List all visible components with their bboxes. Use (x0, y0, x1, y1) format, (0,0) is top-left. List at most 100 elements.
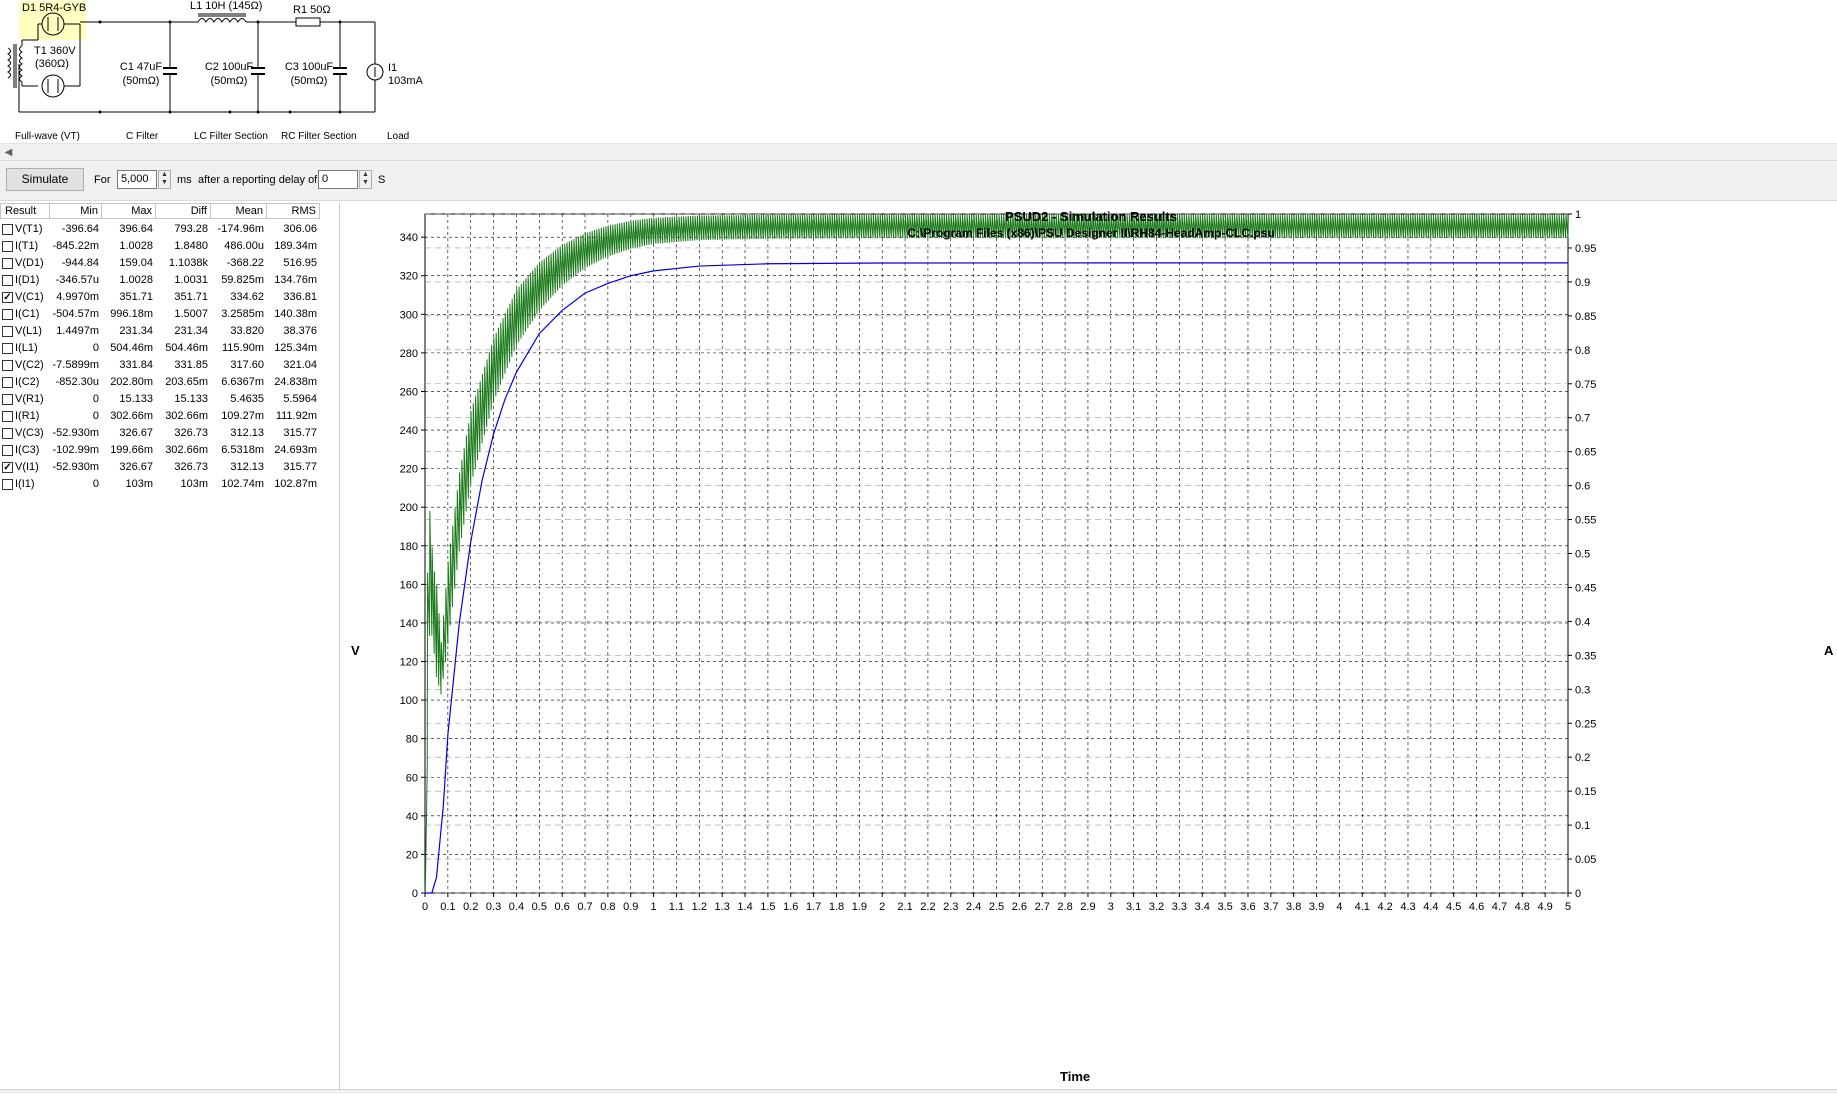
result-checkbox[interactable] (2, 343, 13, 354)
result-rms-cell: 24.693m (274, 444, 317, 456)
l1-label[interactable]: L1 10H (145Ω) (190, 0, 262, 12)
duration-spinner[interactable]: ▲ ▼ (158, 170, 171, 189)
delay-input[interactable]: 0 (318, 170, 358, 189)
table-row[interactable]: ✓ V(I1) -52.930m 326.67 326.73 312.13 315.77 (0, 459, 339, 476)
x-tick-label: 3.2 (1149, 901, 1164, 913)
table-row[interactable]: ✓ V(C1) 4.9970m 351.71 351.71 334.62 336.81 (0, 289, 339, 306)
result-max-cell: 1.0028 (119, 274, 153, 286)
scroll-left-arrow-icon[interactable]: ◀ (2, 146, 15, 159)
table-row[interactable]: V(T1) -396.64 396.64 793.28 -174.96m 306.06 (0, 221, 339, 238)
table-row[interactable]: I(L1) 0 504.46m 504.46m 115.90m 125.34m (0, 340, 339, 357)
r1-label[interactable]: R1 50Ω (293, 4, 331, 16)
result-checkbox[interactable]: ✓ (2, 292, 13, 303)
table-row[interactable]: I(R1) 0 302.66m 302.66m 109.27m 111.92m (0, 408, 339, 425)
result-rms-cell: 315.77 (283, 461, 317, 473)
spin-up-icon[interactable]: ▲ (159, 171, 170, 179)
result-checkbox[interactable] (2, 360, 13, 371)
header-result[interactable]: Result (0, 203, 50, 219)
result-min-cell: -944.84 (61, 257, 99, 269)
header-rms[interactable]: RMS (267, 203, 320, 219)
spin-up-icon[interactable]: ▲ (360, 171, 371, 179)
table-row[interactable]: I(I1) 0 103m 103m 102.74m 102.87m (0, 476, 339, 493)
table-row[interactable]: V(R1) 0 15.133 15.133 5.4635 5.5964 (0, 391, 339, 408)
x-tick-label: 2.7 (1035, 901, 1050, 913)
result-max-cell: 1.0028 (119, 240, 153, 252)
header-max[interactable]: Max (102, 203, 156, 219)
spin-down-icon[interactable]: ▼ (159, 179, 170, 187)
result-mean-cell: 3.2585m (221, 308, 264, 320)
result-max-cell: 302.66m (110, 410, 153, 422)
result-checkbox[interactable] (2, 241, 13, 252)
result-checkbox[interactable] (2, 326, 13, 337)
header-min[interactable]: Min (50, 203, 102, 219)
x-tick-label: 5 (1565, 901, 1571, 913)
result-checkbox[interactable] (2, 224, 13, 235)
result-diff-cell: 793.28 (174, 223, 208, 235)
x-tick-label: 3.7 (1263, 901, 1278, 913)
x-tick-label: 1.5 (760, 901, 775, 913)
t1-label-1[interactable]: T1 360V (34, 45, 76, 57)
result-name: V(C2) (15, 359, 44, 371)
result-checkbox[interactable] (2, 377, 13, 388)
table-row[interactable]: I(C2) -852.30u 202.80m 203.65m 6.6367m 24.838… (0, 374, 339, 391)
simulate-button[interactable]: Simulate (6, 168, 84, 191)
result-checkbox[interactable] (2, 309, 13, 320)
result-checkbox[interactable] (2, 258, 13, 269)
y2-tick-label: 0.3 (1575, 684, 1590, 696)
plot-area[interactable]: 0 0.1 0.2 0.3 0.4 0.5 0.6 0.7 0.8 0.9 1 1.1 1.2 1.3 1.… (345, 203, 1837, 1089)
i1-label-2: 103mA (388, 75, 423, 87)
schematic-scrollbar[interactable]: ◀ (0, 143, 1837, 161)
table-row[interactable]: I(T1) -845.22m 1.0028 1.8480 486.00u 189.34m (0, 238, 339, 255)
spin-down-icon[interactable]: ▼ (360, 179, 371, 187)
section-label-fullwave: Full-wave (VT) (15, 131, 81, 142)
result-min-cell: -52.930m (52, 427, 99, 439)
table-row[interactable]: V(C2) -7.5899m 331.84 331.85 317.60 321.04 (0, 357, 339, 374)
y2-tick-label: 0.1 (1575, 820, 1590, 832)
c2-label-1[interactable]: C2 100uF (202, 61, 256, 73)
y2-tick-label: 0.05 (1575, 854, 1596, 866)
result-checkbox[interactable] (2, 411, 13, 422)
x-tick-label: 4.7 (1492, 901, 1507, 913)
result-name: I(C2) (15, 376, 40, 388)
result-diff-cell: 103m (180, 478, 208, 490)
y-tick-label: 40 (406, 811, 418, 823)
c1-label-1[interactable]: C1 47uF (116, 61, 166, 73)
table-row[interactable]: I(C3) -102.99m 199.66m 302.66m 6.5318m 24.693… (0, 442, 339, 459)
header-mean[interactable]: Mean (211, 203, 267, 219)
y-tick-label: 180 (400, 541, 418, 553)
result-max-cell: 331.84 (119, 359, 153, 371)
x-tick-label: 3.1 (1126, 901, 1141, 913)
d1-label[interactable]: D1 5R4-GYB (22, 2, 86, 14)
x-tick-label: 3.8 (1286, 901, 1301, 913)
result-mean-cell: 115.90m (222, 342, 264, 354)
result-checkbox[interactable] (2, 428, 13, 439)
result-name: I(D1) (15, 274, 40, 286)
result-max-cell: 202.80m (110, 376, 153, 388)
result-diff-cell: 15.133 (174, 393, 208, 405)
result-checkbox[interactable] (2, 479, 13, 490)
duration-input[interactable]: 5,000 (117, 170, 157, 189)
result-name: V(D1) (15, 257, 44, 269)
c3-label-1[interactable]: C3 100uF (282, 61, 336, 73)
result-checkbox[interactable] (2, 275, 13, 286)
result-rms-cell: 24.838m (274, 376, 317, 388)
y-tick-label: 220 (400, 464, 418, 476)
table-row[interactable]: I(C1) -504.57m 996.18m 1.5007 3.2585m 140.38m (0, 306, 339, 323)
x-tick-label: 4.2 (1377, 901, 1392, 913)
table-row[interactable]: V(D1) -944.84 159.04 1.1038k -368.22 516.95 (0, 255, 339, 272)
delay-spinner[interactable]: ▲ ▼ (359, 170, 372, 189)
i1-label-1[interactable]: I1 (388, 62, 397, 74)
header-diff[interactable]: Diff (156, 203, 211, 219)
table-row[interactable]: I(D1) -346.57u 1.0028 1.0031 59.825m 134.76m (0, 272, 339, 289)
result-name: I(I1) (15, 478, 35, 490)
result-name: V(L1) (15, 325, 42, 337)
result-max-cell: 159.04 (119, 257, 153, 269)
result-max-cell: 351.71 (119, 291, 153, 303)
table-row[interactable]: V(L1) 1.4497m 231.34 231.34 33.820 38.376 (0, 323, 339, 340)
result-name: I(C3) (15, 444, 40, 456)
result-checkbox[interactable]: ✓ (2, 462, 13, 473)
result-checkbox[interactable] (2, 445, 13, 456)
result-checkbox[interactable] (2, 394, 13, 405)
result-diff-cell: 1.1038k (168, 257, 208, 269)
table-row[interactable]: V(C3) -52.930m 326.67 326.73 312.13 315.77 (0, 425, 339, 442)
